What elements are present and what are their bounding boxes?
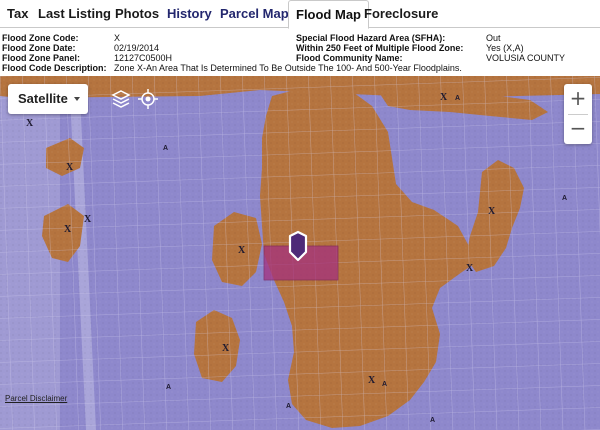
tab-last-listing[interactable]: Last Listing [31, 0, 118, 28]
zone-x-label: X [440, 92, 448, 103]
community-value: VOLUSIA COUNTY [486, 53, 566, 63]
zone-a-label: A [455, 95, 460, 102]
flood-zone-code-label: Flood Zone Code: [2, 33, 79, 43]
community-row: Flood Community Name: [296, 53, 403, 63]
flood-description-row: Flood Code Description: [2, 63, 107, 73]
zone-x-label: X [64, 224, 72, 235]
flood-map-canvas[interactable]: X X X X X X X X X X A A A A A A A [0, 76, 600, 430]
zone-x-label: X [84, 214, 92, 225]
flood-zone-panel-label: Flood Zone Panel: [2, 53, 80, 63]
flood-description-label: Flood Code Description: [2, 63, 107, 73]
flood-zone-date-label: Flood Zone Date: [2, 43, 76, 53]
sfha-row: Special Flood Hazard Area (SFHA): [296, 33, 445, 43]
sfha-value: Out [486, 33, 501, 43]
flood-description-value: Zone X-An Area That Is Determined To Be … [114, 63, 462, 73]
map-marker-icon[interactable] [288, 230, 308, 262]
flood-zone-code-row: Flood Zone Code: [2, 33, 79, 43]
within-250-label: Within 250 Feet of Multiple Flood Zone: [296, 43, 464, 53]
flood-zone-panel-row: Flood Zone Panel: [2, 53, 80, 63]
zone-x-label: X [368, 375, 376, 386]
flood-zone-panel-value: 12127C0500H [114, 53, 173, 63]
zone-a-label: A [166, 384, 171, 391]
locate-icon [138, 89, 158, 109]
zoom-control: + − [564, 84, 592, 144]
tab-history[interactable]: History [160, 0, 219, 28]
zoom-out-button[interactable]: − [564, 114, 592, 144]
zone-x-label: X [488, 206, 496, 217]
layers-icon [111, 90, 131, 108]
tab-bar: Tax Last Listing Photos History Parcel M… [0, 0, 600, 29]
zone-x-label: X [238, 245, 246, 256]
tab-parcel-map[interactable]: Parcel Map [213, 0, 296, 28]
zone-a-label: A [163, 145, 168, 152]
flood-zone-date-value: 02/19/2014 [114, 43, 160, 53]
map-type-selector[interactable]: Satellite [8, 84, 88, 114]
community-label: Flood Community Name: [296, 53, 403, 63]
sfha-label: Special Flood Hazard Area (SFHA): [296, 33, 446, 43]
flood-zone-code-value: X [114, 33, 121, 43]
zone-a-label: A [382, 381, 387, 388]
zone-x-label: X [26, 118, 34, 129]
parcel-disclaimer-link[interactable]: Parcel Disclaimer [5, 394, 67, 403]
zone-a-label: A [430, 417, 435, 424]
within-250-value: Yes (X,A) [486, 43, 524, 53]
zone-x-label: X [466, 263, 474, 274]
zoom-in-button[interactable]: + [564, 84, 592, 114]
tab-foreclosure[interactable]: Foreclosure [357, 0, 445, 28]
tab-photos[interactable]: Photos [108, 0, 166, 28]
within-250-row: Within 250 Feet of Multiple Flood Zone: [296, 43, 463, 53]
chevron-down-icon [74, 97, 80, 101]
zone-x-label: X [222, 343, 230, 354]
flood-map[interactable]: X X X X X X X X X X A A A A A A A Satell… [0, 76, 600, 430]
map-type-label: Satellite [18, 91, 68, 106]
zone-x-label: X [66, 162, 74, 173]
zone-a-label: A [562, 195, 567, 202]
flood-info-panel: Flood Zone Code: X Flood Zone Date: 02/1… [0, 30, 600, 76]
flood-zone-date-row: Flood Zone Date: [2, 43, 76, 53]
layers-button[interactable] [108, 86, 134, 112]
zone-a-label: A [286, 403, 291, 410]
locate-button[interactable] [135, 86, 161, 112]
